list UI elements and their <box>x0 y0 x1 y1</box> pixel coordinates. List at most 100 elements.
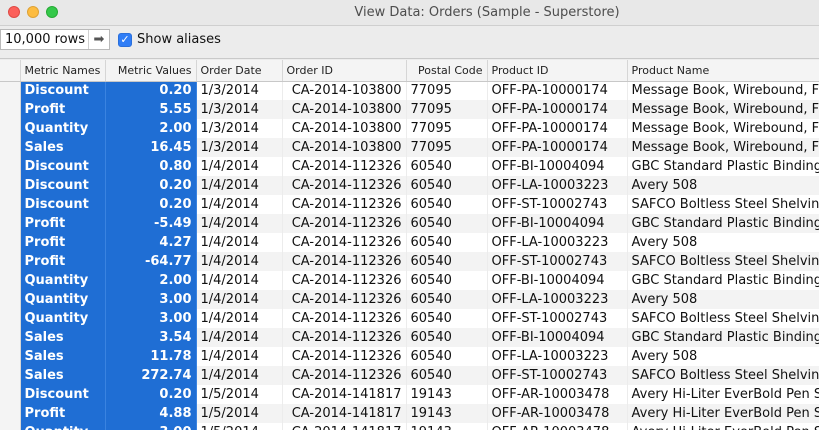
order-date-cell[interactable]: 1/4/2014 <box>196 233 283 252</box>
column-header-order-date[interactable]: Order Date <box>196 60 283 82</box>
order-id-cell[interactable]: CA-2014-103800 <box>282 81 407 100</box>
order-id-cell[interactable]: CA-2014-103800 <box>282 138 407 157</box>
product-name-cell[interactable]: Message Book, Wirebound, Fo <box>627 138 819 157</box>
table-row[interactable]: Quantity3.001/5/2014CA-2014-14181719143O… <box>0 423 819 430</box>
table-row[interactable]: Quantity 2.00 1/4/2014 CA-2014-112326 60540 O… <box>0 271 819 290</box>
row-gutter[interactable] <box>0 366 21 385</box>
metric-value-cell[interactable]: 0.20 <box>105 195 197 214</box>
row-gutter[interactable] <box>0 81 21 100</box>
order-id-cell[interactable]: CA-2014-112326 <box>282 195 407 214</box>
postal-code-cell[interactable]: 60540 <box>406 309 488 328</box>
metric-name-cell[interactable]: Discount <box>20 195 106 214</box>
product-name-cell[interactable]: Avery Hi-Liter EverBold Pen St <box>627 385 819 404</box>
row-gutter[interactable] <box>0 404 21 423</box>
product-id-cell[interactable]: OFF-ST-10002743 <box>487 195 628 214</box>
row-count-input[interactable]: 10,000 rows ➡ <box>0 29 110 50</box>
product-name-cell[interactable]: Avery Hi-Liter EverBold Pen St <box>627 404 819 423</box>
metric-value-cell[interactable]: 0.20 <box>105 176 197 195</box>
postal-code-cell[interactable]: 60540 <box>406 347 488 366</box>
table-row[interactable]: Sales 272.74 1/4/2014 CA-2014-112326 60540 OF… <box>0 366 819 385</box>
product-name-cell[interactable]: SAFCO Boltless Steel Shelving <box>627 366 819 385</box>
product-id-cell[interactable]: OFF-LA-10003223 <box>487 233 628 252</box>
metric-name-cell[interactable]: Sales <box>20 328 106 347</box>
order-date-cell[interactable]: 1/4/2014 <box>196 309 283 328</box>
table-row[interactable]: Discount 0.20 1/5/2014 CA-2014-141817 19143 O… <box>0 385 819 404</box>
column-header-product-name[interactable]: Product Name <box>627 60 819 82</box>
metric-name-cell[interactable]: Discount <box>20 176 106 195</box>
product-name-cell[interactable]: Message Book, Wirebound, Fo <box>627 81 819 100</box>
column-header-metric-values[interactable]: Metric Values <box>105 60 197 82</box>
order-date-cell[interactable]: 1/5/2014 <box>196 404 283 423</box>
table-row[interactable]: Profit 4.88 1/5/2014 CA-2014-141817 19143 OFF… <box>0 404 819 423</box>
table-row[interactable]: Quantity 3.00 1/4/2014 CA-2014-112326 60540 O… <box>0 309 819 328</box>
product-id-cell[interactable]: OFF-BI-10004094 <box>487 157 628 176</box>
product-name-cell[interactable]: GBC Standard Plastic Binding <box>627 271 819 290</box>
order-id-cell[interactable]: CA-2014-103800 <box>282 119 407 138</box>
order-id-cell[interactable]: CA-2014-112326 <box>282 328 407 347</box>
postal-code-cell[interactable]: 60540 <box>406 290 488 309</box>
order-id-cell[interactable]: CA-2014-141817 <box>282 423 407 430</box>
table-row[interactable]: Discount 0.20 1/4/2014 CA-2014-112326 60540 O… <box>0 195 819 214</box>
metric-name-cell[interactable]: Quantity <box>20 290 106 309</box>
metric-name-cell[interactable]: Profit <box>20 252 106 271</box>
order-date-cell[interactable]: 1/4/2014 <box>196 195 283 214</box>
row-gutter[interactable] <box>0 176 21 195</box>
order-date-cell[interactable]: 1/4/2014 <box>196 176 283 195</box>
product-id-cell[interactable]: OFF-AR-10003478 <box>487 423 628 430</box>
order-id-cell[interactable]: CA-2014-112326 <box>282 233 407 252</box>
table-row[interactable]: Profit -5.49 1/4/2014 CA-2014-112326 60540 OF… <box>0 214 819 233</box>
product-name-cell[interactable]: SAFCO Boltless Steel Shelving <box>627 309 819 328</box>
table-row[interactable]: Profit 5.55 1/3/2014 CA-2014-103800 77095 OFF… <box>0 100 819 119</box>
metric-name-cell[interactable]: Profit <box>20 404 106 423</box>
product-id-cell[interactable]: OFF-LA-10003223 <box>487 347 628 366</box>
row-gutter[interactable] <box>0 157 21 176</box>
product-id-cell[interactable]: OFF-LA-10003223 <box>487 176 628 195</box>
column-header-product-id[interactable]: Product ID <box>487 60 628 82</box>
product-id-cell[interactable]: OFF-AR-10003478 <box>487 385 628 404</box>
order-date-cell[interactable]: 1/3/2014 <box>196 138 283 157</box>
product-id-cell[interactable]: OFF-PA-10000174 <box>487 138 628 157</box>
product-id-cell[interactable]: OFF-LA-10003223 <box>487 290 628 309</box>
row-gutter[interactable] <box>0 309 21 328</box>
metric-value-cell[interactable]: 2.00 <box>105 271 197 290</box>
order-id-cell[interactable]: CA-2014-112326 <box>282 252 407 271</box>
metric-value-cell[interactable]: 3.54 <box>105 328 197 347</box>
table-row[interactable]: Discount 0.20 1/4/2014 CA-2014-112326 60540 O… <box>0 176 819 195</box>
product-name-cell[interactable]: SAFCO Boltless Steel Shelving <box>627 252 819 271</box>
metric-name-cell[interactable]: Quantity <box>20 119 106 138</box>
row-gutter[interactable] <box>0 347 21 366</box>
metric-value-cell[interactable]: 0.20 <box>105 385 197 404</box>
product-name-cell[interactable]: GBC Standard Plastic Binding <box>627 328 819 347</box>
order-id-cell[interactable]: CA-2014-112326 <box>282 347 407 366</box>
row-gutter[interactable] <box>0 423 21 430</box>
column-header-order-id[interactable]: Order ID <box>282 60 407 82</box>
row-gutter[interactable] <box>0 100 21 119</box>
metric-name-cell[interactable]: Quantity <box>20 271 106 290</box>
table-row[interactable]: Quantity 3.00 1/4/2014 CA-2014-112326 60540 O… <box>0 290 819 309</box>
order-date-cell[interactable]: 1/4/2014 <box>196 290 283 309</box>
order-id-cell[interactable]: CA-2014-112326 <box>282 176 407 195</box>
product-name-cell[interactable]: Avery Hi-Liter EverBold Pen St <box>627 423 819 430</box>
table-row[interactable]: Discount 0.80 1/4/2014 CA-2014-112326 60540 O… <box>0 157 819 176</box>
metric-name-cell[interactable]: Sales <box>20 347 106 366</box>
order-date-cell[interactable]: 1/3/2014 <box>196 119 283 138</box>
table-row[interactable]: Profit 4.27 1/4/2014 CA-2014-112326 60540 OFF… <box>0 233 819 252</box>
product-id-cell[interactable]: OFF-BI-10004094 <box>487 271 628 290</box>
row-gutter[interactable] <box>0 385 21 404</box>
metric-value-cell[interactable]: 4.27 <box>105 233 197 252</box>
row-gutter[interactable] <box>0 138 21 157</box>
postal-code-cell[interactable]: 60540 <box>406 328 488 347</box>
postal-code-cell[interactable]: 19143 <box>406 423 488 430</box>
product-name-cell[interactable]: Avery 508 <box>627 233 819 252</box>
order-id-cell[interactable]: CA-2014-112326 <box>282 157 407 176</box>
postal-code-cell[interactable]: 60540 <box>406 195 488 214</box>
table-row[interactable]: Sales 3.54 1/4/2014 CA-2014-112326 60540 OFF-… <box>0 328 819 347</box>
metric-value-cell[interactable]: 272.74 <box>105 366 197 385</box>
order-date-cell[interactable]: 1/5/2014 <box>196 423 283 430</box>
row-gutter[interactable] <box>0 271 21 290</box>
column-header-postal-code[interactable]: Postal Code <box>406 60 488 82</box>
postal-code-cell[interactable]: 77095 <box>406 138 488 157</box>
order-id-cell[interactable]: CA-2014-141817 <box>282 404 407 423</box>
product-id-cell[interactable]: OFF-AR-10003478 <box>487 404 628 423</box>
metric-name-cell[interactable]: Sales <box>20 138 106 157</box>
